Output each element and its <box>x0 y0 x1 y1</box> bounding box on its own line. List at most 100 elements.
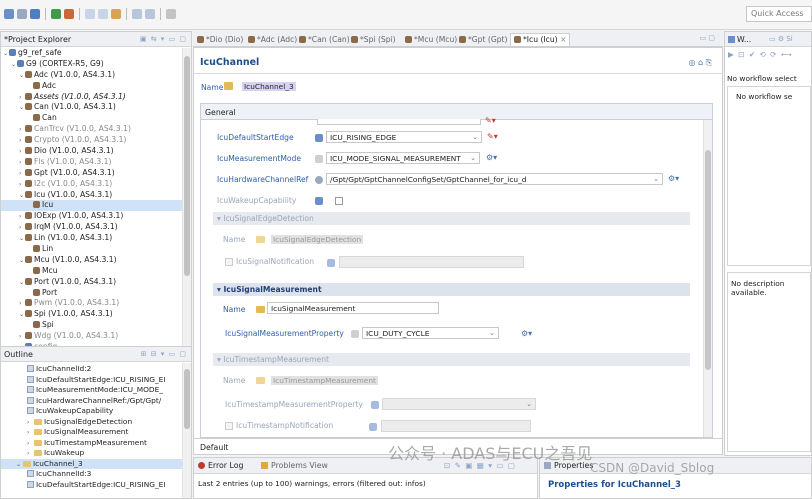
project-explorer-controls[interactable]: ▣ ⇆ ▾ ▭ ▢ <box>140 35 187 43</box>
workflow-controls[interactable]: ▭ ⚙ Si <box>769 35 793 43</box>
tree-item[interactable]: › Assets (V1.0.0, AS4.3.1) <box>1 92 182 103</box>
tree-item[interactable]: ⌄ g9_ref_safe <box>1 48 182 59</box>
outline-item[interactable]: IcuDefaultStartEdge:ICU_RISING_EI <box>1 480 182 491</box>
outline-item[interactable]: › IcuWakeup <box>1 448 182 459</box>
signal-measurement-header[interactable]: ▾ IcuSignalMeasurement <box>213 283 690 296</box>
project-explorer-title[interactable]: *Project Explorer <box>4 35 71 44</box>
build-icon[interactable] <box>51 9 61 19</box>
tree-item[interactable]: ⌄ Spi (V1.0.0, AS4.3.1) <box>1 309 182 320</box>
header-actions[interactable]: ◎ ⌂ ⎘ <box>688 58 712 68</box>
default-tab[interactable]: Default <box>200 443 229 452</box>
edit-icon[interactable] <box>98 9 108 19</box>
sm-property-combo[interactable]: ICU_DUTY_CYCLE ⌄ <box>362 327 499 339</box>
save-all-icon[interactable] <box>30 9 40 19</box>
editor-tab[interactable]: *Icu (Icu) × <box>510 33 571 46</box>
wakeup-capability-checkbox[interactable] <box>335 197 343 205</box>
outline-title[interactable]: Outline <box>4 350 33 359</box>
new-icon[interactable] <box>4 9 14 19</box>
tree-item[interactable]: › Gpt (V1.0.0, AS4.3.1) <box>1 168 182 179</box>
tree-item[interactable]: Port <box>1 288 182 299</box>
outline-item[interactable]: › IcuSignalMeasurement <box>1 427 182 438</box>
signal-edge-detection-header[interactable]: ▾ IcuSignalEdgeDetection <box>213 212 690 225</box>
tm-name-field[interactable]: IcuTimestampMeasurement <box>267 374 439 386</box>
tree-item[interactable]: ⌄ G9 (CORTEX-R5, G9) <box>1 59 182 70</box>
form-scrollbar[interactable] <box>703 120 712 437</box>
tree-item[interactable]: › I2c (V1.0.0, AS4.3.1) <box>1 179 182 190</box>
outline-item[interactable]: IcuWakeupCapability <box>1 406 182 417</box>
edit-pencil-icon[interactable]: ✎▾ <box>487 132 498 141</box>
tree-item[interactable]: ⌄ Adc (V1.0.0, AS4.3.1) <box>1 70 182 81</box>
tree-item[interactable]: ⌄ Can (V1.0.0, AS4.3.1) <box>1 102 182 113</box>
form-scroll-thumb[interactable] <box>705 150 711 370</box>
tm-notification-checkbox[interactable] <box>225 422 233 430</box>
outline-item[interactable]: IcuChannelId:3 <box>1 469 182 480</box>
error-log-tab[interactable]: Error Log <box>208 461 243 470</box>
tree-item[interactable]: ⌄ Icu (V1.0.0, AS4.3.1) <box>1 190 182 201</box>
editor-tab[interactable]: *Adc (Adc) <box>248 35 297 46</box>
hardware-channel-ref-combo[interactable]: /Gpt/Gpt/GptChannelConfigSet/GptChannel_… <box>326 173 663 185</box>
tree-item[interactable]: Icu <box>1 200 182 212</box>
tree-item[interactable]: Can <box>1 113 182 124</box>
outline-item[interactable]: ⌄ IcuChannel_3 <box>1 458 182 471</box>
pencil-icon[interactable]: ✎▾ <box>485 116 496 125</box>
close-icon[interactable]: × <box>558 35 566 44</box>
ref-gear-icon[interactable]: ⚙▾ <box>668 174 679 183</box>
outline-scroll-thumb[interactable] <box>184 369 190 429</box>
editor-tab[interactable]: *Can (Can) <box>299 35 350 46</box>
forward-icon[interactable] <box>145 9 155 19</box>
sed-notification-field[interactable] <box>339 256 524 268</box>
tree-item[interactable]: › Fls (V1.0.0, AS4.3.1) <box>1 157 182 168</box>
workflow-tab[interactable]: W... <box>737 35 751 44</box>
project-explorer-scrollbar[interactable] <box>182 48 191 346</box>
nav-icon[interactable] <box>85 9 95 19</box>
tree-item[interactable]: Spi <box>1 320 182 331</box>
workflow-toolbar-icons[interactable]: ▶ ⊡ ✔ ⟲ ⟳ ⟷ <box>728 50 793 59</box>
tree-item[interactable]: › Pwm (V1.0.0, AS4.3.1) <box>1 298 182 309</box>
editor-tab[interactable]: *Mcu (Mcu) <box>405 35 457 46</box>
more-icon[interactable] <box>166 9 176 19</box>
tree-item[interactable]: Mcu <box>1 266 182 277</box>
tree-item[interactable]: Adc <box>1 81 182 92</box>
sed-notification-checkbox[interactable] <box>225 258 233 266</box>
general-tab[interactable]: General <box>205 108 236 117</box>
tree-item[interactable]: ⌄ Port (V1.0.0, AS4.3.1) <box>1 277 182 288</box>
save-icon[interactable] <box>17 9 27 19</box>
outline-item[interactable]: IcuHardwareChannelRef:/Gpt/Gpt/ <box>1 396 182 407</box>
tm-property-combo[interactable]: ⌄ <box>382 398 536 410</box>
tree-item[interactable]: Lin <box>1 244 182 255</box>
editor-tab[interactable]: *Gpt (Gpt) <box>459 35 508 46</box>
tree-item[interactable]: ⌄ Lin (V1.0.0, AS4.3.1) <box>1 233 182 244</box>
timestamp-measurement-header[interactable]: ▾ IcuTimestampMeasurement <box>213 353 690 366</box>
chevron-right-icon[interactable]: › <box>27 428 34 439</box>
tree-item[interactable]: › Crypto (V1.0.0, AS4.3.1) <box>1 135 182 146</box>
tree-item[interactable]: › Wdg (V1.0.0, AS4.3.1) <box>1 331 182 342</box>
editor-controls[interactable]: ▭ ▢ <box>700 34 715 42</box>
sm-name-field[interactable]: IcuSignalMeasurement <box>267 302 439 314</box>
tree-item[interactable]: › CanTrcv (V1.0.0, AS4.3.1) <box>1 124 182 135</box>
default-start-edge-combo[interactable]: ICU_RISING_EDGE ⌄ <box>326 131 482 143</box>
tree-item[interactable]: › IOExp (V1.0.0, AS4.3.1) <box>1 211 182 222</box>
tree-item[interactable]: › Dio (V1.0.0, AS4.3.1) <box>1 146 182 157</box>
outline-item[interactable]: IcuChannelId:2 <box>1 364 182 375</box>
sed-name-field[interactable]: IcuSignalEdgeDetection <box>267 233 437 245</box>
editor-tab[interactable]: *Spi (Spi) <box>351 35 396 46</box>
back-icon[interactable] <box>132 9 142 19</box>
scroll-thumb[interactable] <box>184 56 190 276</box>
sm-gear-icon[interactable]: ⚙▾ <box>521 329 532 338</box>
generate-icon[interactable] <box>64 9 74 19</box>
outline-controls[interactable]: ⊞ ⊟ ▾ ▭ ▢ <box>141 350 187 358</box>
outline-item[interactable]: › IcuSignalEdgeDetection <box>1 417 182 428</box>
outline-scrollbar[interactable] <box>182 363 191 498</box>
outline-item[interactable]: IcuDefaultStartEdge:ICU_RISING_EI <box>1 375 182 386</box>
problems-tab[interactable]: Problems View <box>271 461 328 470</box>
name-field[interactable]: IcuChannel_3 <box>238 80 416 92</box>
editor-tab[interactable]: *Dio (Dio) <box>197 35 243 46</box>
settings-gear-icon[interactable]: ⚙▾ <box>486 153 497 162</box>
quick-access-input[interactable]: Quick Access <box>746 6 812 22</box>
measurement-mode-combo[interactable]: ICU_MODE_SIGNAL_MEASUREMENT ⌄ <box>326 152 480 164</box>
outline-item[interactable]: IcuMeasurementMode:ICU_MODE_ <box>1 385 182 396</box>
tree-item[interactable]: › IrqM (V1.0.0, AS4.3.1) <box>1 222 182 233</box>
chevron-down-icon[interactable]: ⌄ <box>16 460 23 471</box>
tree-item[interactable]: ⌄ Mcu (V1.0.0, AS4.3.1) <box>1 255 182 266</box>
tm-notification-field[interactable] <box>381 420 531 432</box>
